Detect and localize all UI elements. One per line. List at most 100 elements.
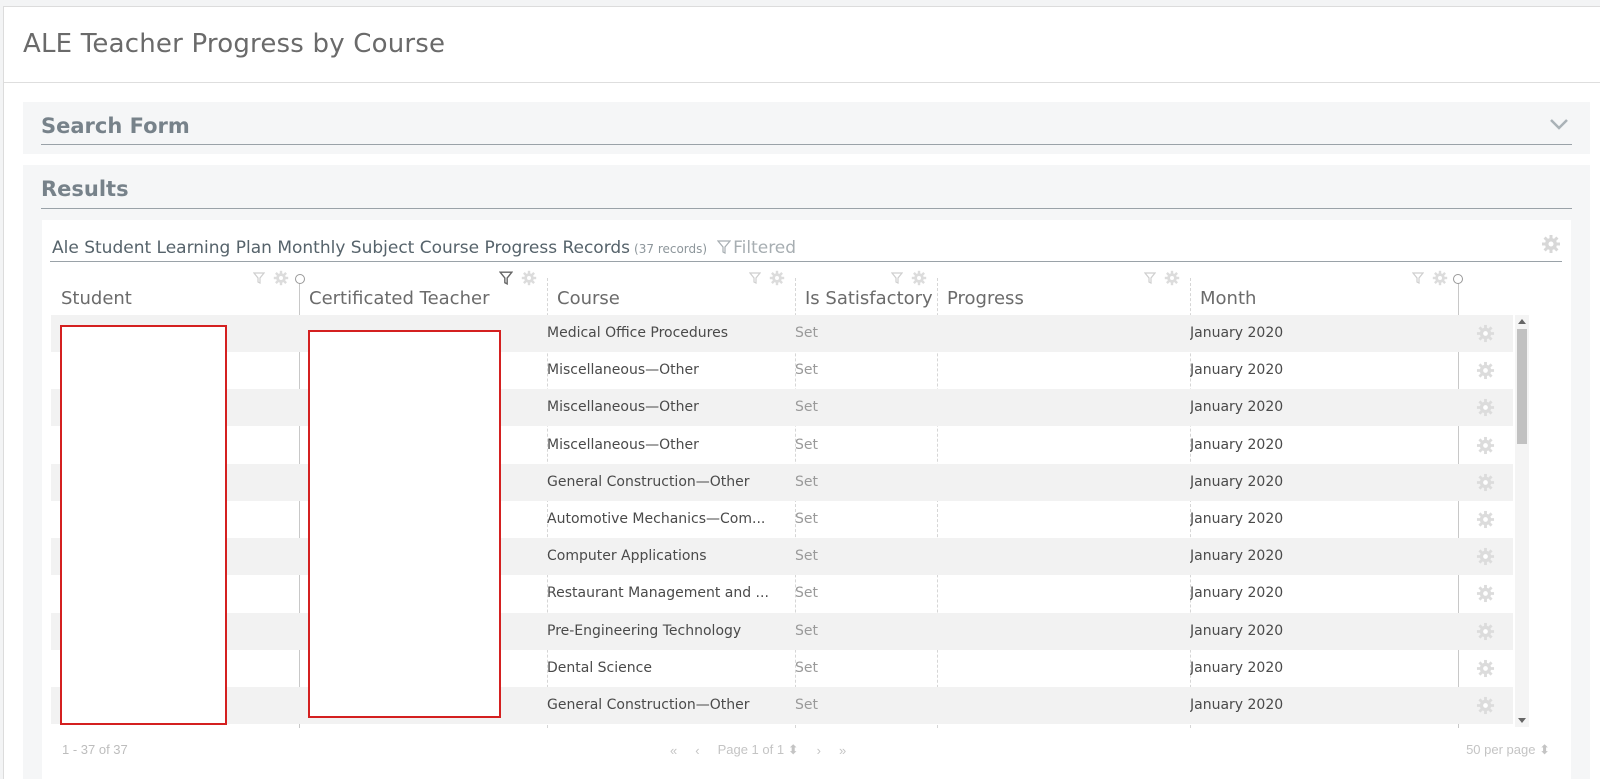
- page-title: ALE Teacher Progress by Course: [23, 29, 446, 59]
- cell-course: Miscellaneous—Other: [547, 399, 699, 416]
- redaction-box-teacher: [308, 330, 501, 718]
- table-row[interactable]: General Construction—Other Set January 202…: [51, 463, 1513, 501]
- column-settings-gear-icon[interactable]: [273, 270, 289, 286]
- prev-page-icon[interactable]: ‹: [695, 743, 699, 758]
- column-filter-icon[interactable]: [749, 272, 761, 284]
- row-settings-gear-icon[interactable]: [1476, 361, 1495, 380]
- cell-progress: [937, 389, 1177, 426]
- cell-month: January 2020: [1190, 659, 1284, 676]
- column-filter-icon[interactable]: [1144, 272, 1156, 284]
- cell-month: January 2020: [1190, 585, 1284, 602]
- cell-progress: [937, 352, 1177, 389]
- cell-course: Automotive Mechanics—Com...: [547, 511, 766, 527]
- scroll-up-arrow-icon[interactable]: [1518, 319, 1526, 324]
- column-header-satisfactory[interactable]: Is Satisfactory: [795, 270, 937, 315]
- cell-progress: [937, 427, 1177, 464]
- cell-satisfactory: Set: [795, 399, 818, 416]
- table-row[interactable]: Restaurant Management and ... Set January …: [51, 575, 1513, 612]
- results-title: Results: [41, 177, 129, 201]
- table-row[interactable]: General Construction—Other Set January 202…: [51, 687, 1513, 724]
- cell-satisfactory: Set: [795, 325, 818, 341]
- page-label: Page 1 of 1: [717, 742, 785, 757]
- page-select-caret-icon: ⬍: [787, 742, 799, 757]
- next-page-icon[interactable]: ›: [817, 743, 821, 758]
- freeze-handle[interactable]: [295, 274, 305, 284]
- row-settings-gear-icon[interactable]: [1476, 324, 1495, 343]
- scroll-down-arrow-icon[interactable]: [1518, 718, 1526, 723]
- row-settings-gear-icon[interactable]: [1476, 510, 1495, 529]
- grid-header-line: [50, 261, 1562, 262]
- row-settings-gear-icon[interactable]: [1476, 473, 1495, 492]
- table-row[interactable]: Pre-Engineering Technology Set January 202…: [51, 612, 1513, 650]
- record-range: 1 - 37 of 37: [62, 742, 128, 757]
- column-filter-active-icon[interactable]: [499, 271, 513, 285]
- cell-course: Restaurant Management and ...: [547, 585, 769, 602]
- column-settings-gear-icon[interactable]: [1164, 270, 1180, 286]
- results-grid: Ale Student Learning Plan Monthly Subjec…: [42, 220, 1571, 779]
- pagination: « ‹ Page 1 of 1 ⬍ › »: [670, 742, 846, 758]
- cell-course: Pre-Engineering Technology: [547, 622, 742, 639]
- per-page-selector[interactable]: 50 per page ⬍: [1466, 742, 1550, 758]
- grid-scrollbar[interactable]: [1515, 315, 1529, 727]
- scroll-thumb[interactable]: [1517, 329, 1527, 444]
- filtered-indicator[interactable]: Filtered: [716, 238, 796, 258]
- table-row[interactable]: Miscellaneous—Other Set January 2020: [51, 389, 1513, 427]
- row-settings-gear-icon[interactable]: [1476, 436, 1495, 455]
- table-row[interactable]: Dental Science Set January 2020: [51, 650, 1513, 687]
- row-settings-gear-icon[interactable]: [1476, 659, 1495, 678]
- column-filter-icon[interactable]: [1412, 272, 1424, 284]
- last-page-icon[interactable]: »: [839, 743, 846, 758]
- grid-body: Medical Office Procedures Set January 2020…: [51, 315, 1513, 727]
- record-count: (37 records): [634, 242, 708, 256]
- table-row[interactable]: Miscellaneous—Other Set January 2020: [51, 352, 1513, 389]
- results-underline: [41, 208, 1572, 209]
- column-header-month[interactable]: Month: [1190, 270, 1458, 315]
- column-filter-icon[interactable]: [253, 272, 265, 284]
- grid-caption: Ale Student Learning Plan Monthly Subjec…: [52, 238, 796, 258]
- column-label-satisfactory: Is Satisfactory: [805, 288, 933, 309]
- page-selector[interactable]: Page 1 of 1 ⬍: [718, 742, 799, 758]
- cell-course: Computer Applications: [547, 548, 707, 565]
- grid-settings-gear-icon[interactable]: [1541, 234, 1561, 254]
- redaction-box-student: [60, 325, 227, 725]
- cell-satisfactory: Set: [795, 659, 818, 676]
- column-settings-gear-icon[interactable]: [911, 270, 927, 286]
- search-form-panel[interactable]: Search Form: [23, 102, 1590, 154]
- table-row[interactable]: Medical Office Procedures Set January 2020: [51, 315, 1513, 352]
- search-form-title[interactable]: Search Form: [41, 114, 190, 138]
- cell-progress: [937, 575, 1177, 612]
- cell-course: General Construction—Other: [547, 697, 750, 713]
- table-row[interactable]: Computer Applications Set January 2020: [51, 538, 1513, 576]
- table-row[interactable]: Miscellaneous—Other Set January 2020: [51, 427, 1513, 464]
- row-settings-gear-icon[interactable]: [1476, 622, 1495, 641]
- table-row[interactable]: Automotive Mechanics—Com... Set January 20…: [51, 501, 1513, 538]
- cell-course: Miscellaneous—Other: [547, 362, 699, 379]
- freeze-handle[interactable]: [1453, 274, 1463, 284]
- cell-month: January 2020: [1190, 325, 1284, 341]
- column-settings-gear-icon[interactable]: [1432, 270, 1448, 286]
- row-settings-gear-icon[interactable]: [1476, 696, 1495, 715]
- title-divider: [4, 82, 1600, 83]
- search-form-underline: [41, 144, 1572, 145]
- cell-satisfactory: Set: [795, 511, 818, 527]
- column-settings-gear-icon[interactable]: [769, 270, 785, 286]
- column-filter-icon[interactable]: [891, 272, 903, 284]
- row-settings-gear-icon[interactable]: [1476, 584, 1495, 603]
- column-settings-gear-icon[interactable]: [521, 270, 537, 286]
- column-header-course[interactable]: Course: [547, 270, 795, 315]
- column-header-student[interactable]: Student: [51, 270, 299, 315]
- column-label-student: Student: [61, 288, 132, 309]
- first-page-icon[interactable]: «: [670, 743, 677, 758]
- cell-progress: [937, 501, 1177, 538]
- column-header-teacher[interactable]: Certificated Teacher: [299, 270, 547, 315]
- per-page-label: 50 per page: [1466, 742, 1536, 757]
- column-header-progress[interactable]: Progress: [937, 270, 1190, 315]
- column-label-course: Course: [557, 288, 620, 309]
- row-settings-gear-icon[interactable]: [1476, 398, 1495, 417]
- chevron-down-icon[interactable]: [1548, 116, 1570, 132]
- row-settings-gear-icon[interactable]: [1476, 547, 1495, 566]
- cell-satisfactory: Set: [795, 473, 818, 490]
- page-frame: ALE Teacher Progress by Course Search Fo…: [3, 6, 1600, 779]
- cell-month: January 2020: [1190, 548, 1284, 565]
- cell-satisfactory: Set: [795, 362, 818, 379]
